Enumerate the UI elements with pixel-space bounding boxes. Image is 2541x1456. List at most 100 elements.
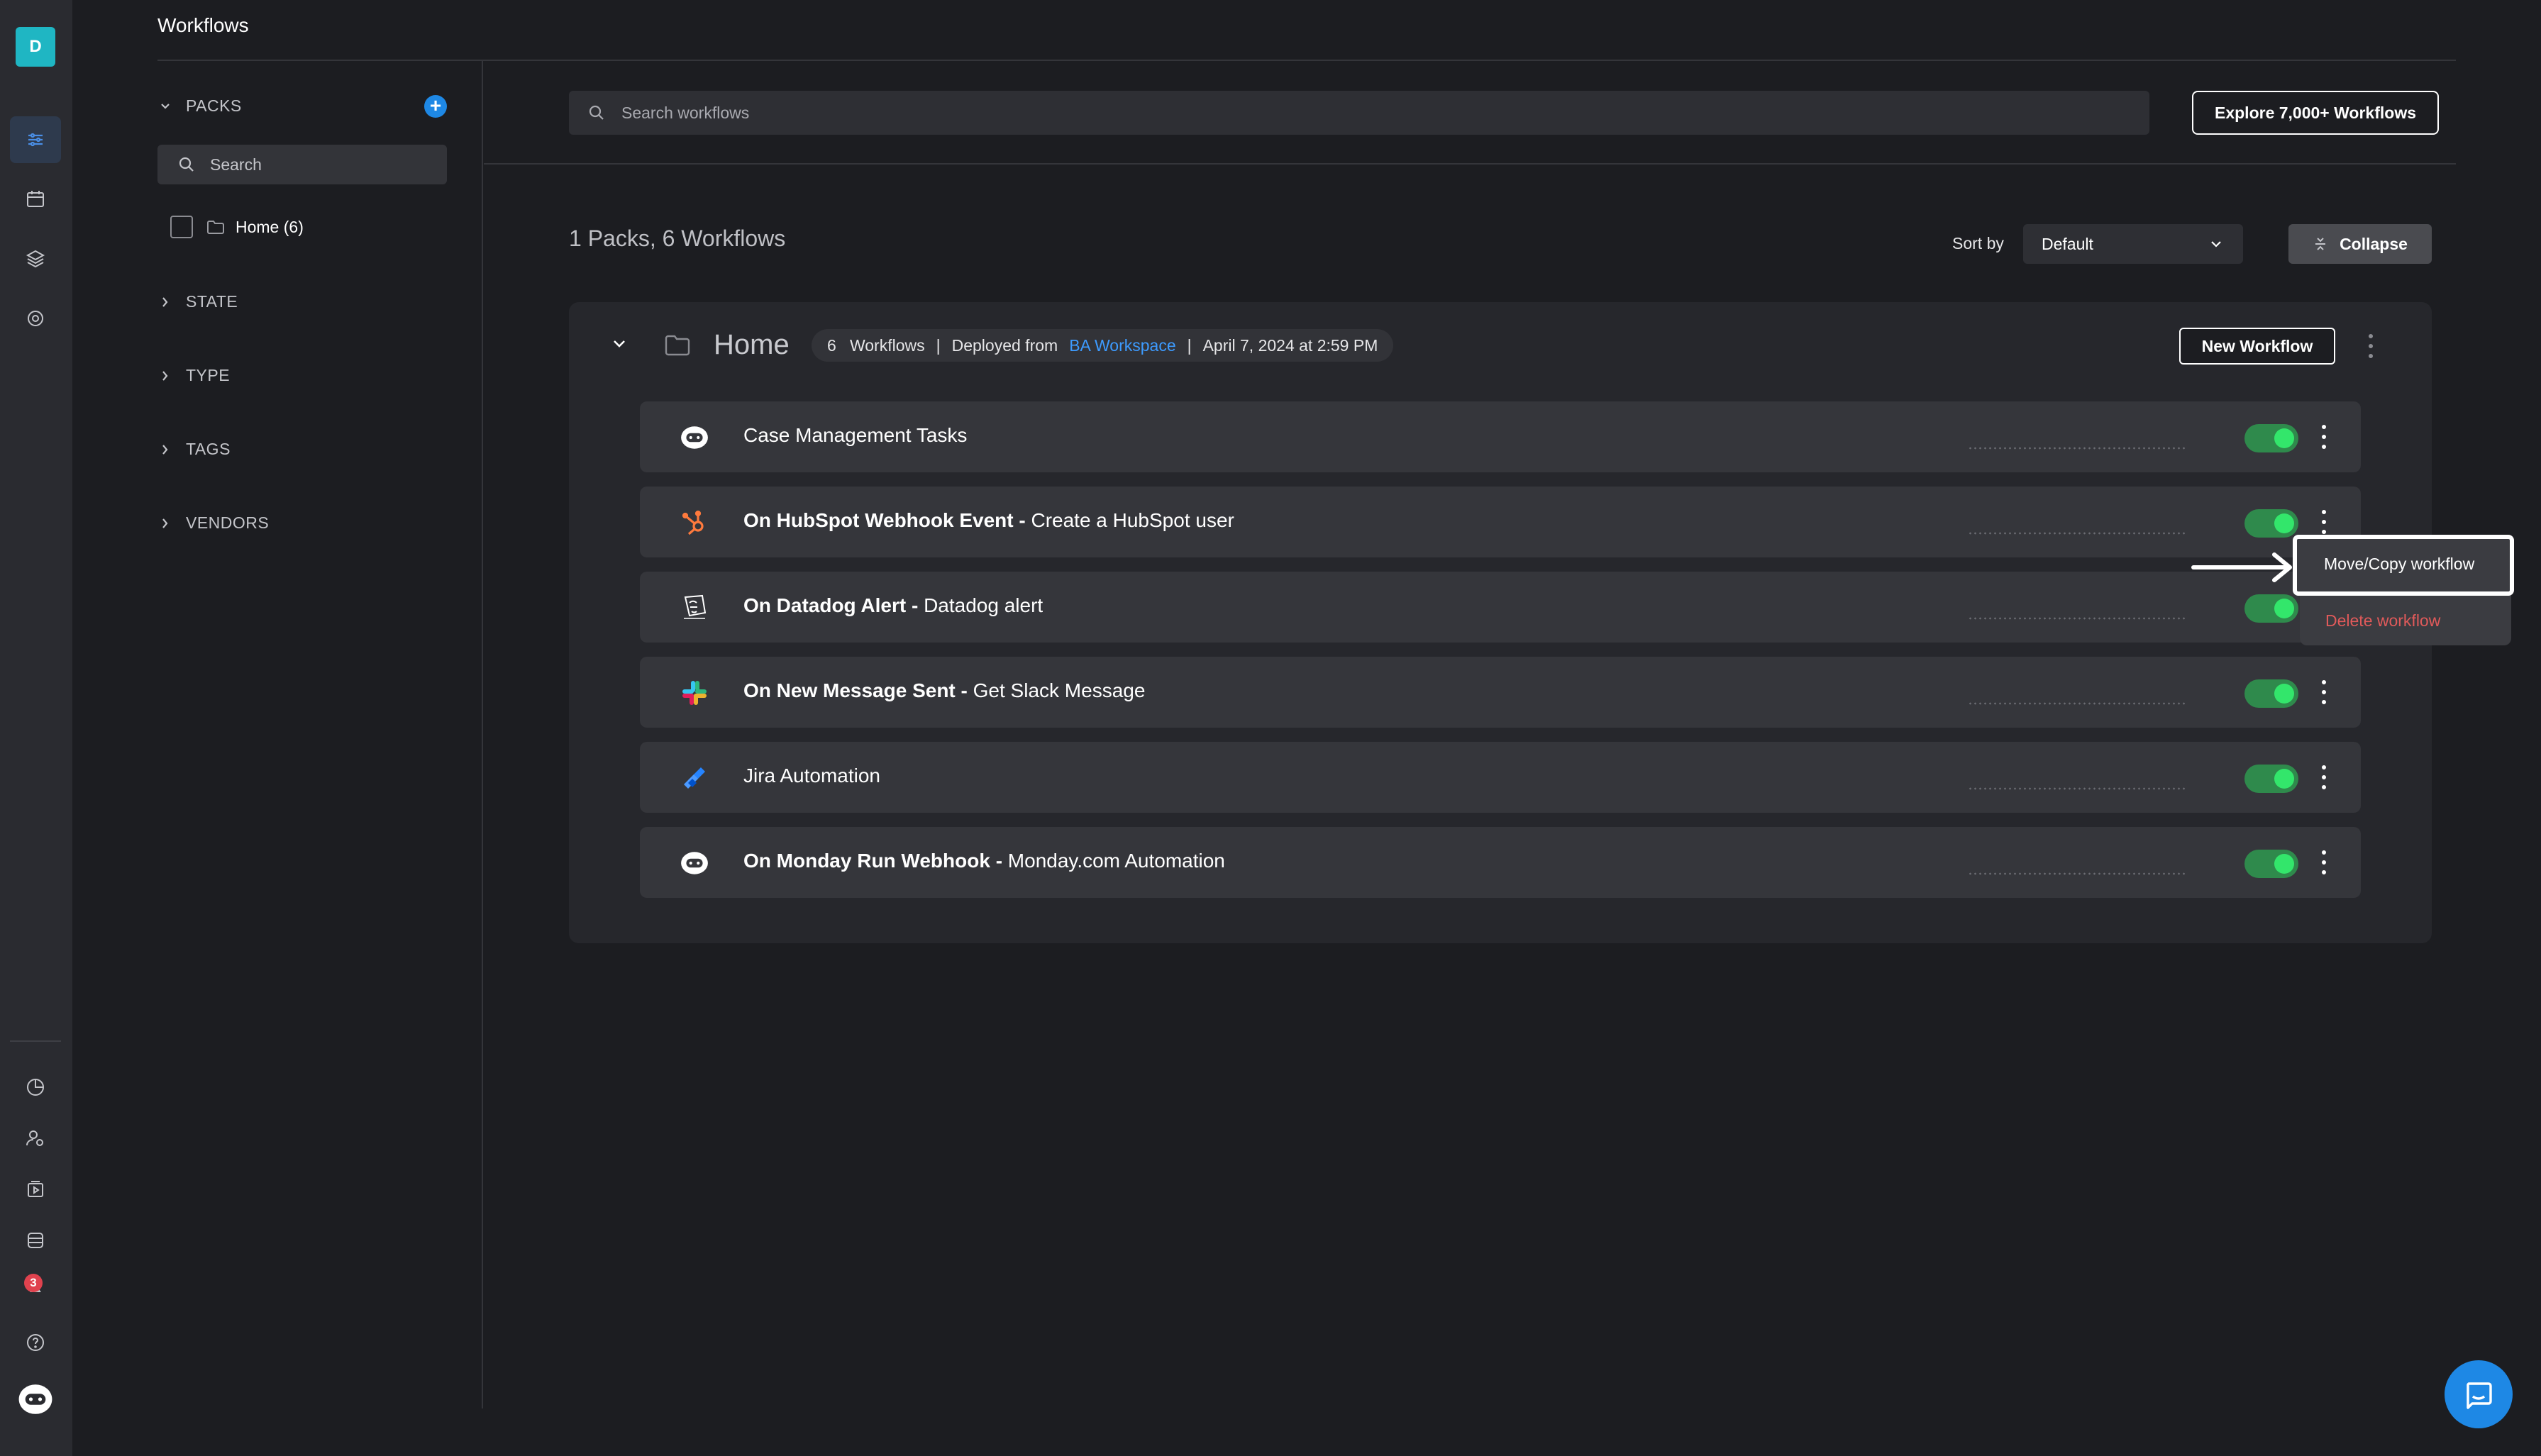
state-section-label: STATE [186, 292, 238, 311]
workflow-enable-toggle[interactable] [2244, 594, 2298, 623]
pack-search-input[interactable]: Search [157, 145, 447, 184]
bot-icon [681, 852, 708, 874]
kebab-menu-icon[interactable] [2317, 421, 2331, 452]
workflow-enable-toggle[interactable] [2244, 850, 2298, 878]
workflow-enable-toggle[interactable] [2244, 679, 2298, 708]
kebab-menu-icon[interactable] [2317, 847, 2331, 878]
kebab-menu-icon[interactable] [2364, 330, 2378, 362]
workflow-trigger: On HubSpot Webhook Event - [743, 509, 1031, 531]
collapse-button[interactable]: Collapse [2288, 224, 2432, 264]
workflow-row[interactable]: On HubSpot Webhook Event - Create a HubS… [640, 487, 2361, 557]
media-nav-button[interactable] [10, 1166, 61, 1213]
kebab-menu-icon[interactable] [2317, 506, 2331, 538]
workflow-trigger: On Datadog Alert - [743, 594, 924, 616]
chevron-right-icon [162, 518, 168, 528]
folder-icon [665, 335, 690, 356]
jira-icon [684, 767, 705, 789]
workflow-name: On HubSpot Webhook Event - Create a HubS… [743, 509, 1234, 532]
meta-separator: | [1187, 335, 1192, 355]
pack-checkbox[interactable] [170, 216, 193, 238]
app-root: D 3 Workflows PACKS + Search Home (6) ST… [0, 0, 2541, 1456]
add-pack-button[interactable]: + [424, 95, 447, 118]
assistant-nav-button[interactable] [10, 1376, 61, 1423]
sort-dropdown[interactable]: Default [2023, 224, 2243, 264]
workflows-icon [28, 133, 43, 147]
notification-badge: 3 [24, 1274, 43, 1292]
chat-support-button[interactable] [2445, 1360, 2513, 1428]
help-nav-button[interactable] [10, 1319, 61, 1366]
chevron-right-icon [162, 296, 168, 307]
workflow-summary: 1 Packs, 6 Workflows [569, 226, 786, 251]
layers-nav-button[interactable] [10, 235, 61, 282]
explore-workflows-button[interactable]: Explore 7,000+ Workflows [2192, 91, 2439, 135]
help-icon [27, 1334, 44, 1351]
kebab-menu-icon[interactable] [2317, 677, 2331, 708]
chevron-right-icon [162, 444, 168, 455]
workflow-row[interactable]: Jira Automation [640, 742, 2361, 813]
workflow-action: Get Slack Message [973, 679, 1146, 701]
new-workflow-button[interactable]: New Workflow [2179, 328, 2335, 365]
meta-separator: | [936, 335, 941, 355]
workflow-action: Datadog alert [924, 594, 1043, 616]
workflow-row[interactable]: On New Message Sent - Get Slack Message [640, 657, 2361, 728]
move-copy-workflow-menu-item[interactable]: Move/Copy workflow [2293, 535, 2514, 596]
workspace-link[interactable]: BA Workspace [1069, 336, 1175, 355]
workflow-action: Case Management Tasks [743, 424, 968, 446]
workflow-row[interactable]: On Datadog Alert - Datadog alert [640, 572, 2361, 643]
workflow-action: Create a HubSpot user [1031, 509, 1234, 531]
packs-section-header[interactable]: PACKS [157, 96, 242, 116]
users-nav-button[interactable] [10, 1115, 61, 1162]
deployed-date: April 7, 2024 at 2:59 PM [1202, 335, 1378, 355]
type-section-label: TYPE [186, 366, 231, 384]
workflow-activity-sparkline [1968, 787, 2188, 790]
vendors-section-label: VENDORS [186, 513, 270, 532]
chevron-down-icon [2211, 241, 2221, 248]
pack-filter-home[interactable]: Home (6) [170, 216, 304, 238]
hubspot-icon [682, 510, 704, 535]
workflow-name: Jira Automation [743, 765, 880, 787]
user-avatar[interactable]: D [16, 27, 55, 67]
search-icon [589, 105, 604, 120]
pack-metadata: 6 Workflows | Deployed from BA Workspace… [812, 329, 1394, 362]
vendors-section-header[interactable]: VENDORS [157, 513, 269, 533]
panel-divider [482, 61, 483, 1408]
delete-workflow-menu-item[interactable]: Delete workflow [2325, 611, 2440, 630]
database-icon [28, 1233, 43, 1248]
workflows-nav-button[interactable] [10, 116, 61, 163]
chevron-down-icon[interactable] [609, 333, 630, 355]
workflow-name: On New Message Sent - Get Slack Message [743, 679, 1145, 702]
layers-icon [26, 250, 45, 268]
workflow-enable-toggle[interactable] [2244, 424, 2298, 452]
bot-icon [681, 426, 708, 449]
page-title: Workflows [157, 14, 249, 36]
chevron-right-icon [162, 370, 168, 381]
workflow-search-placeholder: Search workflows [621, 103, 750, 122]
slack-icon [682, 681, 707, 705]
analytics-nav-button[interactable] [10, 1064, 61, 1111]
workflow-row[interactable]: On Monday Run Webhook - Monday.com Autom… [640, 827, 2361, 898]
tags-section-header[interactable]: TAGS [157, 440, 231, 459]
workflow-activity-sparkline [1968, 447, 2188, 450]
sort-label: Sort by [1952, 234, 2004, 252]
move-copy-label: Move/Copy workflow [2324, 555, 2475, 573]
calendar-nav-button[interactable] [10, 176, 61, 223]
rail-divider [10, 1040, 61, 1042]
kebab-menu-icon[interactable] [2317, 762, 2331, 793]
target-icon [28, 311, 43, 326]
workflow-enable-toggle[interactable] [2244, 509, 2298, 538]
header-divider [157, 60, 2456, 61]
chat-icon [2467, 1382, 2492, 1409]
pie-chart-icon [27, 1079, 44, 1096]
workflow-row[interactable]: Case Management Tasks [640, 401, 2361, 472]
type-section-header[interactable]: TYPE [157, 366, 230, 385]
play-box-icon [28, 1181, 43, 1197]
packs-section-label: PACKS [186, 96, 242, 115]
settings-nav-button[interactable] [10, 295, 61, 342]
pack-workflows-word: Workflows [849, 335, 925, 355]
workflow-search-input[interactable]: Search workflows [569, 91, 2149, 135]
storage-nav-button[interactable] [10, 1217, 61, 1264]
state-section-header[interactable]: STATE [157, 292, 238, 311]
folder-icon [207, 221, 224, 234]
workflow-enable-toggle[interactable] [2244, 765, 2298, 793]
workflow-action: Monday.com Automation [1007, 850, 1225, 872]
